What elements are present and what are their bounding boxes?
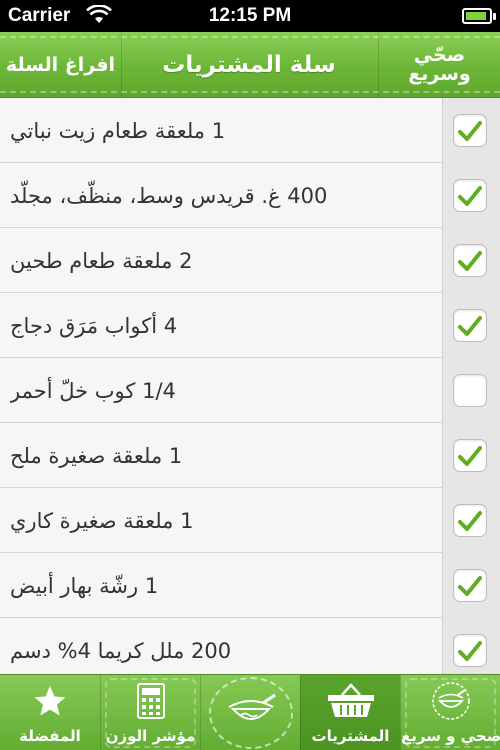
list-item[interactable]: 1 رشّة بهار أبيض — [0, 553, 500, 618]
checkbox-column — [442, 488, 500, 553]
basket-icon — [301, 681, 400, 721]
item-checkbox[interactable] — [453, 374, 487, 407]
item-text: 1 رشّة بهار أبيض — [10, 573, 159, 598]
checkbox-column — [442, 98, 500, 163]
tab-healthy-fast-label: صحي و سريع — [401, 727, 500, 745]
battery-icon — [462, 8, 496, 24]
checkmark-icon — [458, 120, 482, 141]
list-item[interactable]: 1 ملعقة صغيرة ملح — [0, 423, 500, 488]
item-text: 1 ملعقة طعام زيت نباتي — [10, 118, 226, 143]
checkmark-icon — [458, 250, 482, 271]
bowl-logo-icon — [401, 681, 500, 721]
checkmark-icon — [458, 575, 482, 596]
list-item[interactable]: 1 ملعقة صغيرة كاري — [0, 488, 500, 553]
checkmark-icon — [458, 315, 482, 336]
logo-line-2: وسريع — [408, 63, 471, 85]
list-item[interactable]: 400 غ. قريدس وسط، منظّف، مجلّد — [0, 163, 500, 228]
tab-home-logo[interactable] — [200, 675, 300, 750]
item-checkbox[interactable] — [453, 309, 487, 342]
item-checkbox[interactable] — [453, 634, 487, 667]
checkbox-column — [442, 423, 500, 488]
checkmark-icon — [458, 445, 482, 466]
item-text: 4 أكواب مَرَق دجاج — [10, 313, 178, 338]
checkbox-column — [442, 618, 500, 674]
tab-weight-index[interactable]: مؤشر الوزن — [100, 675, 200, 750]
tab-shopping-label: المشتريات — [311, 727, 390, 745]
checkbox-column — [442, 163, 500, 228]
tab-shopping[interactable]: المشتريات — [300, 675, 400, 750]
checkbox-column — [442, 293, 500, 358]
checkmark-icon — [458, 510, 482, 531]
tab-weight-index-label: مؤشر الوزن — [105, 727, 196, 745]
tab-healthy-fast[interactable]: صحي و سريع — [400, 675, 500, 750]
item-text: 400 غ. قريدس وسط، منظّف، مجلّد — [10, 183, 328, 208]
item-text: 2 ملعقة طعام طحين — [10, 248, 193, 273]
item-checkbox[interactable] — [453, 244, 487, 277]
calculator-icon — [101, 681, 200, 721]
list-item[interactable]: 200 ملل كريما 4% دسم — [0, 618, 500, 674]
item-checkbox[interactable] — [453, 569, 487, 602]
app-logo: صحّي وسريع — [378, 32, 500, 98]
item-text: 200 ملل كريما 4% دسم — [10, 638, 232, 663]
list-item[interactable]: 2 ملعقة طعام طحين — [0, 228, 500, 293]
checkmark-icon — [458, 185, 482, 206]
battery-fill — [466, 12, 486, 20]
list-item[interactable]: 1 ملعقة طعام زيت نباتي — [0, 98, 500, 163]
checkbox-column — [442, 228, 500, 293]
star-icon — [0, 681, 100, 721]
item-checkbox[interactable] — [453, 114, 487, 147]
list-item[interactable]: 1/4 كوب خلّ أحمر — [0, 358, 500, 423]
item-text: 1/4 كوب خلّ أحمر — [10, 378, 176, 403]
checkbox-column — [442, 358, 500, 423]
logo-bowl-icon — [209, 677, 293, 749]
page-title: سلة المشتريات — [162, 52, 336, 78]
navigation-bar: افراغ السلة سلة المشتريات صحّي وسريع — [0, 32, 500, 98]
item-checkbox[interactable] — [453, 504, 487, 537]
clock: 12:15 PM — [208, 5, 292, 26]
status-bar: Carrier 12:15 PM — [0, 0, 500, 32]
tab-bar: المفضلة مؤشر الوزن المشتريات صحي و سريع — [0, 674, 500, 750]
list-item[interactable]: 4 أكواب مَرَق دجاج — [0, 293, 500, 358]
item-checkbox[interactable] — [453, 439, 487, 472]
checkbox-column — [442, 553, 500, 618]
shopping-list[interactable]: 1 ملعقة طعام زيت نباتي 400 غ. قريدس وسط، … — [0, 98, 500, 674]
checkmark-icon — [458, 640, 482, 661]
empty-basket-button[interactable]: افراغ السلة — [0, 32, 122, 98]
item-checkbox[interactable] — [453, 179, 487, 212]
item-text: 1 ملعقة صغيرة كاري — [10, 508, 194, 533]
tab-favorites[interactable]: المفضلة — [0, 675, 100, 750]
tab-favorites-label: المفضلة — [19, 727, 81, 745]
item-text: 1 ملعقة صغيرة ملح — [10, 443, 183, 468]
